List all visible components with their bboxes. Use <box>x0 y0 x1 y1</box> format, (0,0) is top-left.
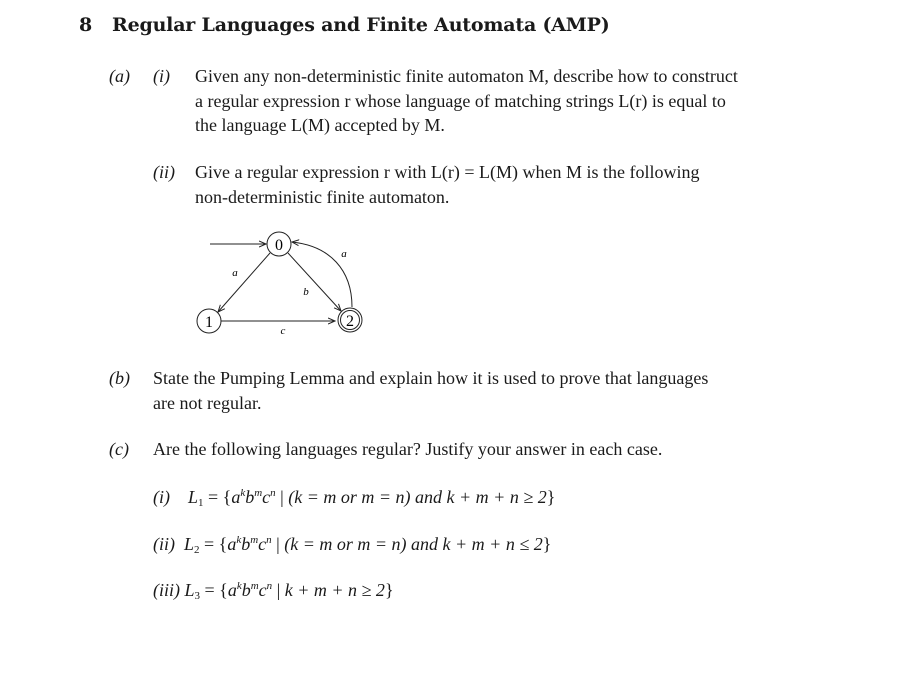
language-name: L <box>188 487 199 507</box>
state-1-label: 1 <box>205 314 213 331</box>
set-open: = { <box>204 534 228 554</box>
exp-m: m <box>250 534 259 546</box>
set-open: = { <box>208 487 232 507</box>
set-separator: | <box>275 487 289 507</box>
set-open: = { <box>204 580 228 600</box>
part-c-item-2: (ii) L2 = {akbmcn | (k = m or m = n) and… <box>153 532 551 557</box>
sym-a: a <box>227 580 237 600</box>
language-condition: (k = m or m = n) and k + m + n ≥ 2 <box>288 487 547 507</box>
part-c-item-1: (i) L1 = {akbmcn | (k = m or m = n) and … <box>153 485 555 510</box>
item-label: (iii) <box>153 580 180 600</box>
sym-c: c <box>258 534 267 554</box>
edge-label-2-0: a <box>341 248 347 260</box>
transition-0-1 <box>218 252 271 312</box>
sym-b: b <box>241 580 251 600</box>
set-close: } <box>546 487 556 507</box>
part-b-line: are not regular. <box>153 392 262 413</box>
language-index: 3 <box>194 590 201 602</box>
language-index: 1 <box>198 497 204 509</box>
sym-c: c <box>258 580 267 600</box>
edge-label-1-2: c <box>281 325 286 337</box>
part-b-text: State the Pumping Lemma and explain how … <box>153 366 843 415</box>
transition-0-2 <box>287 252 341 311</box>
part-b-line: State the Pumping Lemma and explain how … <box>153 368 709 388</box>
nfa-diagram: 0 1 2 a b a c <box>196 231 363 337</box>
sym-b: b <box>241 534 251 554</box>
state-0: 0 <box>266 231 292 257</box>
set-close: } <box>542 534 552 554</box>
exp-m: m <box>254 487 263 499</box>
language-name: L <box>184 534 195 554</box>
language-condition: (k = m or m = n) and k + m + n ≤ 2 <box>284 534 543 554</box>
set-close: } <box>384 580 394 600</box>
set-separator: | <box>271 534 285 554</box>
item-label: (i) <box>153 487 170 507</box>
sym-c: c <box>262 487 271 507</box>
sym-b: b <box>245 487 255 507</box>
state-0-label: 0 <box>275 237 283 254</box>
exp-m: m <box>250 580 259 592</box>
part-b-label: (b) <box>109 368 130 388</box>
language-condition: k + m + n ≥ 2 <box>284 580 385 600</box>
state-1: 1 <box>196 308 222 334</box>
edge-label-0-2: b <box>303 286 309 298</box>
edge-label-0-1: a <box>232 267 238 279</box>
set-separator: | <box>272 580 285 600</box>
state-2-accepting: 2 <box>337 307 363 333</box>
state-2-label: 2 <box>346 313 354 330</box>
part-c-label: (c) <box>109 439 129 459</box>
item-label: (ii) <box>153 534 175 554</box>
part-c-item-3: (iii) L3 = {akbmcn | k + m + n ≥ 2} <box>153 578 394 603</box>
part-c-intro: Are the following languages regular? Jus… <box>153 439 663 459</box>
language-name: L <box>184 580 195 600</box>
sym-a: a <box>231 487 241 507</box>
sym-a: a <box>227 534 237 554</box>
language-index: 2 <box>194 544 200 556</box>
